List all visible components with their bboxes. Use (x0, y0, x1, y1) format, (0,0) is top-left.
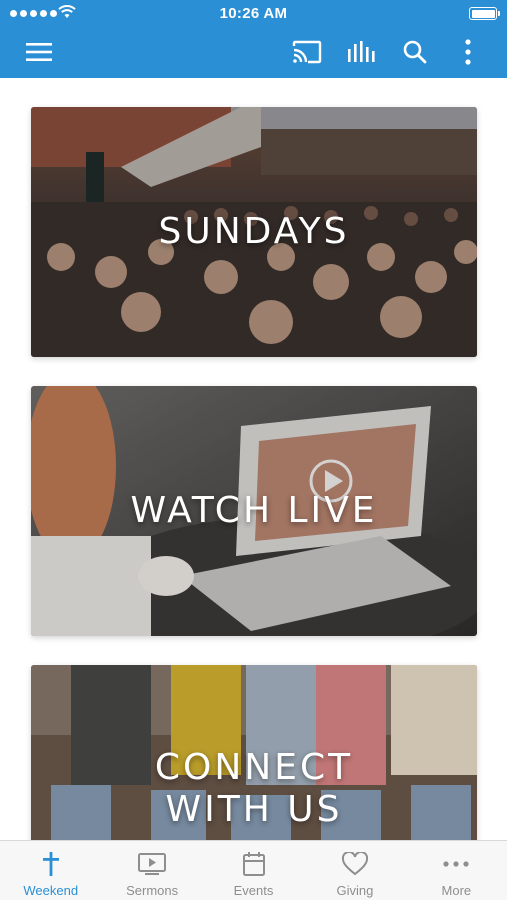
sundays-card-title: SUNDAYS (158, 211, 350, 252)
more-horizontal-icon (442, 850, 470, 878)
tab-sermons[interactable]: Sermons (101, 841, 202, 900)
tab-giving[interactable]: Giving (304, 841, 405, 900)
cross-icon (41, 850, 61, 878)
connect-card-title-line2: WITH US (165, 789, 343, 830)
video-player-icon (137, 850, 167, 878)
battery-icon (469, 7, 500, 20)
status-time: 10:26 AM (219, 5, 288, 22)
calendar-icon (242, 850, 266, 878)
tab-events[interactable]: Events (203, 841, 304, 900)
watch-live-card[interactable]: WATCH LIVE (31, 386, 477, 636)
watch-live-card-title: WATCH LIVE (130, 490, 378, 531)
tab-label: Events (233, 883, 274, 898)
app-header: 10:26 AM (0, 0, 507, 78)
status-bar: 10:26 AM (0, 0, 507, 28)
tab-weekend[interactable]: Weekend (0, 841, 101, 900)
hamburger-menu-icon[interactable] (21, 34, 57, 70)
connect-card-title-line1: CONNECT (154, 747, 354, 788)
cast-icon[interactable] (289, 34, 325, 70)
tab-label: Weekend (23, 883, 79, 898)
feed: SUNDAYS WATCH LIVE CONNECT WITH US (0, 78, 507, 840)
more-vertical-icon[interactable] (450, 34, 486, 70)
tab-label: Sermons (126, 883, 179, 898)
heart-icon (341, 850, 369, 878)
tab-label: More (441, 883, 472, 898)
search-icon[interactable] (397, 34, 433, 70)
bottom-tab-bar: Weekend Sermons Events Giving More (0, 840, 507, 900)
connect-card[interactable]: CONNECT WITH US (31, 665, 477, 840)
tab-more[interactable]: More (406, 841, 507, 900)
sundays-card[interactable]: SUNDAYS (31, 107, 477, 357)
tab-label: Giving (336, 883, 374, 898)
audio-bars-icon[interactable] (343, 34, 379, 70)
